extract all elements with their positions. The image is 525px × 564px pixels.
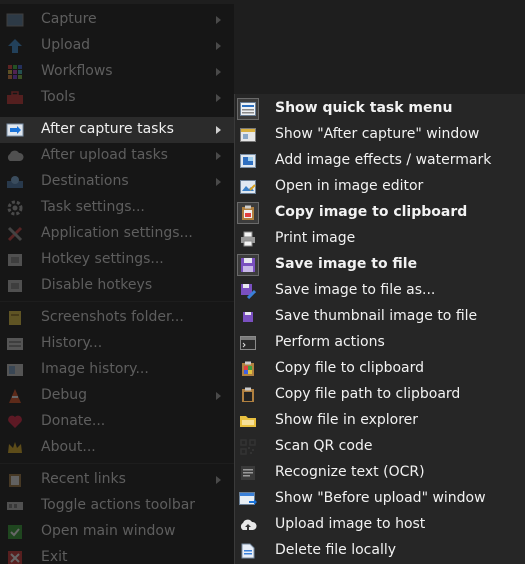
- menu-separator: [0, 301, 234, 302]
- toolbox-icon: [6, 90, 24, 106]
- submenu-item-show-quick-task-menu[interactable]: Show quick task menu: [235, 96, 525, 122]
- after-capture-icon: [6, 122, 24, 138]
- menu-item-hotkey-settings[interactable]: Hotkey settings...: [0, 247, 234, 273]
- submenu-item-copy-image-to-clipboard[interactable]: Copy image to clipboard: [235, 200, 525, 226]
- keyboard-icon: [6, 252, 24, 268]
- submenu-item-perform-actions[interactable]: Perform actions: [235, 330, 525, 356]
- submenu-arrow-icon: [216, 126, 221, 134]
- copy-path-icon: [237, 384, 259, 406]
- image-history-icon: [6, 362, 24, 378]
- wrench-screwdriver-icon: [6, 226, 24, 242]
- submenu-item-copy-file-to-clipboard[interactable]: Copy file to clipboard: [235, 356, 525, 382]
- floppy-disk-pen-icon: [237, 280, 259, 302]
- explorer-folder-icon: [237, 410, 259, 432]
- printer-icon: [237, 228, 259, 250]
- submenu-item-show-file-in-explorer[interactable]: Show file in explorer: [235, 408, 525, 434]
- submenu-item-save-image-to-file-as[interactable]: Save image to file as...: [235, 278, 525, 304]
- submenu-arrow-icon: [216, 42, 221, 50]
- menu-item-tools[interactable]: Tools: [0, 85, 234, 111]
- submenu-arrow-icon: [216, 94, 221, 102]
- cloud-upload-icon: [237, 514, 259, 536]
- menu-item-workflows[interactable]: Workflows: [0, 59, 234, 85]
- submenu-item-open-in-image-editor[interactable]: Open in image editor: [235, 174, 525, 200]
- menu-item-upload[interactable]: Upload: [0, 33, 234, 59]
- checkmark-icon: [6, 524, 24, 540]
- after-capture-tasks-submenu: Show quick task menu Show "After capture…: [234, 94, 525, 564]
- thumbnail-save-icon: [237, 306, 259, 328]
- menu-item-about[interactable]: About...: [0, 435, 234, 461]
- heart-icon: [6, 414, 24, 430]
- menu-item-debug[interactable]: Debug: [0, 383, 234, 409]
- menu-item-task-settings[interactable]: Task settings...: [0, 195, 234, 221]
- submenu-arrow-icon: [216, 68, 221, 76]
- menu-item-toggle-actions-toolbar[interactable]: Toggle actions toolbar: [0, 493, 234, 519]
- before-upload-window-icon: [237, 488, 259, 510]
- folder-icon: [6, 310, 24, 326]
- menu-item-capture[interactable]: Capture: [0, 7, 234, 33]
- debug-cone-icon: [6, 388, 24, 404]
- menu-separator: [0, 463, 234, 464]
- clipboard-image-icon: [237, 202, 259, 224]
- menu-item-donate[interactable]: Donate...: [0, 409, 234, 435]
- upload-arrow-icon: [6, 38, 24, 54]
- menu-item-image-history[interactable]: Image history...: [0, 357, 234, 383]
- tray-context-menu: Capture Upload Workflows Tools After cap…: [0, 4, 234, 564]
- clipboard-icon: [6, 472, 24, 488]
- destinations-icon: [6, 174, 24, 190]
- image-editor-icon: [237, 176, 259, 198]
- ocr-text-icon: [237, 462, 259, 484]
- quick-task-menu-icon: [237, 98, 259, 120]
- crown-icon: [6, 440, 24, 456]
- history-icon: [6, 336, 24, 352]
- cloud-icon: [6, 148, 24, 164]
- terminal-icon: [237, 332, 259, 354]
- menu-item-history[interactable]: History...: [0, 331, 234, 357]
- submenu-item-save-image-to-file[interactable]: Save image to file: [235, 252, 525, 278]
- window-icon: [237, 124, 259, 146]
- copy-file-icon: [237, 358, 259, 380]
- menu-item-screenshots-folder[interactable]: Screenshots folder...: [0, 305, 234, 331]
- submenu-arrow-icon: [216, 476, 221, 484]
- workflows-grid-icon: [6, 64, 24, 80]
- submenu-item-save-thumbnail-image-to-file[interactable]: Save thumbnail image to file: [235, 304, 525, 330]
- submenu-item-delete-file-locally[interactable]: Delete file locally: [235, 538, 525, 564]
- menu-item-after-upload-tasks[interactable]: After upload tasks: [0, 143, 234, 169]
- menu-item-disable-hotkeys[interactable]: Disable hotkeys: [0, 273, 234, 299]
- submenu-arrow-icon: [216, 392, 221, 400]
- submenu-item-copy-file-path-to-clipboard[interactable]: Copy file path to clipboard: [235, 382, 525, 408]
- submenu-item-recognize-text-ocr[interactable]: Recognize text (OCR): [235, 460, 525, 486]
- submenu-arrow-icon: [216, 152, 221, 160]
- exit-icon: [6, 550, 24, 564]
- submenu-arrow-icon: [216, 16, 221, 24]
- gear-icon: [6, 200, 24, 216]
- floppy-disk-icon: [237, 254, 259, 276]
- submenu-item-print-image[interactable]: Print image: [235, 226, 525, 252]
- submenu-item-scan-qr-code[interactable]: Scan QR code: [235, 434, 525, 460]
- menu-item-exit[interactable]: Exit: [0, 545, 234, 564]
- delete-file-icon: [237, 540, 259, 562]
- submenu-item-show-after-capture-window[interactable]: Show "After capture" window: [235, 122, 525, 148]
- toolbar-icon: [6, 498, 24, 514]
- menu-item-application-settings[interactable]: Application settings...: [0, 221, 234, 247]
- qr-code-icon: [237, 436, 259, 458]
- capture-icon: [6, 12, 24, 28]
- keyboard-disabled-icon: [6, 278, 24, 294]
- menu-item-open-main-window[interactable]: Open main window: [0, 519, 234, 545]
- menu-item-after-capture-tasks[interactable]: After capture tasks: [0, 117, 234, 143]
- submenu-arrow-icon: [216, 178, 221, 186]
- submenu-item-show-before-upload-window[interactable]: Show "Before upload" window: [235, 486, 525, 512]
- menu-item-destinations[interactable]: Destinations: [0, 169, 234, 195]
- image-effects-icon: [237, 150, 259, 172]
- menu-item-recent-links[interactable]: Recent links: [0, 467, 234, 493]
- submenu-item-add-image-effects[interactable]: Add image effects / watermark: [235, 148, 525, 174]
- submenu-item-upload-image-to-host[interactable]: Upload image to host: [235, 512, 525, 538]
